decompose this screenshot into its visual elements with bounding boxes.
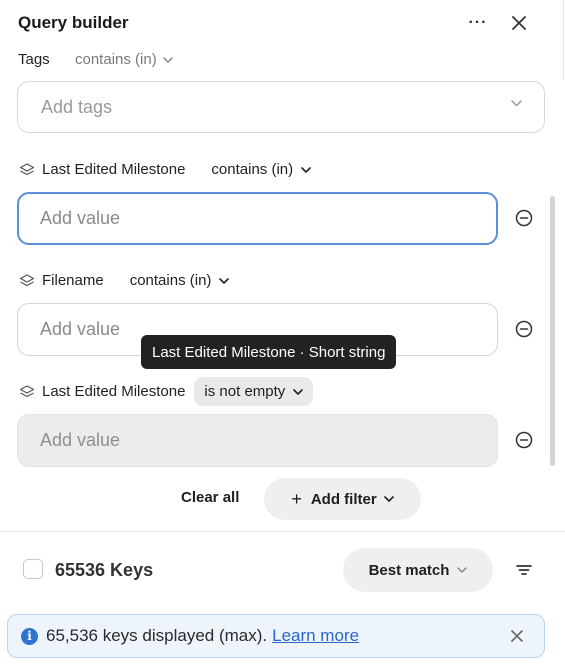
chevron-down-icon <box>457 567 468 573</box>
filter-value-input: Add value <box>17 414 498 467</box>
close-panel-button[interactable] <box>507 11 531 35</box>
filter-lines-icon <box>516 565 532 575</box>
filter-operator-dropdown[interactable]: contains (in) <box>120 266 240 295</box>
query-builder-panel: Query builder ··· Tags contains (in) Add… <box>0 0 565 668</box>
sort-dropdown[interactable]: Best match <box>343 548 493 592</box>
filter-row-2-header: Filename contains (in) <box>19 266 239 295</box>
sort-label: Best match <box>368 561 450 579</box>
section-divider <box>0 531 565 532</box>
chevron-down-icon <box>511 100 522 107</box>
more-options-button[interactable]: ··· <box>465 12 491 34</box>
chevron-down-icon <box>293 388 304 395</box>
filter-field-label: Filename <box>42 272 104 289</box>
remove-filter-button[interactable] <box>513 207 535 229</box>
panel-title: Query builder <box>18 13 129 32</box>
select-all-checkbox[interactable] <box>23 559 43 579</box>
clear-all-button[interactable]: Clear all <box>181 489 239 506</box>
filter-lines-button[interactable] <box>514 560 534 580</box>
minus-circle-icon <box>515 209 533 227</box>
info-icon: i <box>21 627 38 645</box>
dismiss-banner-button[interactable] <box>508 627 526 645</box>
add-filter-label: Add filter <box>310 490 377 508</box>
close-icon <box>512 16 526 30</box>
tags-operator-dropdown[interactable]: contains (in) <box>75 51 173 68</box>
close-icon <box>511 630 523 642</box>
tags-label: Tags <box>18 51 50 68</box>
info-banner: i 65,536 keys displayed (max). Learn mor… <box>7 614 545 658</box>
tags-placeholder: Add tags <box>41 96 113 117</box>
more-horizontal-icon: ··· <box>468 14 488 31</box>
panel-edge-divider <box>563 0 564 80</box>
filter-operator-label: is not empty <box>204 383 286 400</box>
filter-operator-dropdown[interactable]: is not empty <box>194 377 314 406</box>
minus-circle-icon <box>515 320 533 338</box>
filter-row-1-header: Last Edited Milestone contains (in) <box>19 155 321 184</box>
remove-filter-button[interactable] <box>513 429 535 451</box>
banner-message: 65,536 keys displayed (max). <box>46 626 268 645</box>
filter-operator-dropdown[interactable]: contains (in) <box>201 155 321 184</box>
plus-icon: + <box>291 488 302 509</box>
field-tooltip: Last Edited Milestone · Short string <box>141 335 397 369</box>
chevron-down-icon <box>219 277 230 284</box>
chevron-down-icon <box>301 166 311 173</box>
chevron-down-icon <box>383 496 394 502</box>
tags-select[interactable]: Add tags <box>17 81 545 133</box>
remove-filter-button[interactable] <box>513 318 535 340</box>
chevron-down-icon <box>162 56 173 63</box>
filters-scrollbar[interactable] <box>550 196 555 466</box>
filter-field-label: Last Edited Milestone <box>42 161 186 178</box>
tags-operator-label: contains (in) <box>75 51 157 68</box>
filter-row-3-header: Last Edited Milestone is not empty <box>19 377 314 406</box>
filter-field-label: Last Edited Milestone <box>42 383 186 400</box>
minus-circle-icon <box>515 431 533 449</box>
layers-icon <box>19 273 35 289</box>
add-filter-button[interactable]: + Add filter <box>264 478 421 520</box>
filter-operator-label: contains (in) <box>211 161 294 178</box>
filter-value-input[interactable]: Add value <box>17 192 498 245</box>
learn-more-link[interactable]: Learn more <box>272 626 359 646</box>
keys-count: 65536 Keys <box>55 560 154 580</box>
layers-icon <box>19 384 35 400</box>
layers-icon <box>19 162 35 178</box>
filter-operator-label: contains (in) <box>129 272 212 289</box>
